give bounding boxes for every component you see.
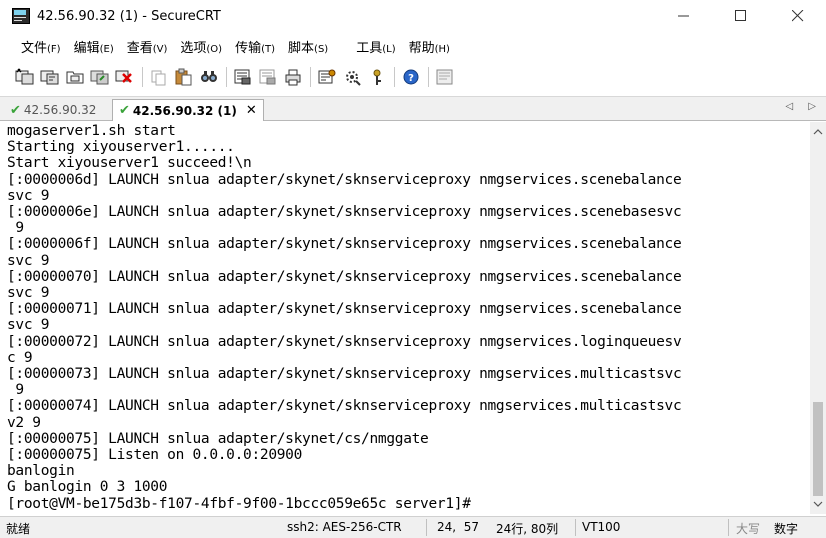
status-caps-lock: 大写	[736, 522, 761, 536]
scroll-up-icon[interactable]	[810, 124, 826, 140]
svg-text:?: ?	[408, 73, 414, 84]
terminal-line: v2 9	[7, 414, 41, 431]
global-options-icon[interactable]	[341, 66, 363, 88]
terminal-line: banlogin	[7, 463, 75, 480]
menu-file[interactable]: 文件(F)	[21, 37, 61, 56]
status-num-lock: 数字	[774, 522, 799, 536]
terminal-output[interactable]: mogaserver1.sh start Starting xiyouserver…	[0, 122, 810, 514]
menu-view[interactable]: 查看(V)	[127, 37, 168, 56]
terminal-line: c 9	[7, 349, 33, 366]
window-title: 42.56.90.32 (1) - SecureCRT	[37, 8, 221, 24]
terminal-line: Start xiyouserver1 succeed!\n	[7, 155, 252, 172]
terminal-line: [:00000075] Listen on 0.0.0.0:20900	[7, 447, 303, 464]
connected-check-icon: ✔	[10, 102, 21, 118]
printer-icon[interactable]	[282, 66, 304, 88]
terminal-scrollbar[interactable]	[810, 122, 826, 514]
terminal-line: [:00000072] LAUNCH snlua adapter/skynet/…	[7, 333, 682, 350]
menu-script[interactable]: 脚本(S)	[288, 37, 328, 56]
scroll-down-icon[interactable]	[810, 496, 826, 512]
terminal-line: G banlogin 0 3 1000	[7, 479, 168, 496]
toolbar: ?	[0, 60, 826, 94]
terminal-line: Starting xiyouserver1......	[7, 139, 235, 156]
terminal-line: [:0000006d] LAUNCH snlua adapter/skynet/…	[7, 171, 682, 188]
toolbar-separator	[394, 67, 395, 87]
session-options-icon[interactable]	[316, 66, 338, 88]
status-divider	[575, 519, 576, 536]
status-cursor-position: 24, 57	[437, 520, 479, 534]
disconnect-icon[interactable]	[114, 66, 136, 88]
menu-tools[interactable]: 工具(L)	[356, 37, 395, 56]
connect-in-tab-icon[interactable]	[64, 66, 86, 88]
print-icon[interactable]	[232, 66, 254, 88]
toolbar-separator	[428, 67, 429, 87]
screenshot-icon[interactable]	[434, 66, 456, 88]
status-divider	[426, 519, 427, 536]
toolbar-separator	[142, 67, 143, 87]
paste-icon[interactable]	[173, 66, 195, 88]
terminal-line: [:00000075] LAUNCH snlua adapter/skynet/…	[7, 430, 429, 447]
terminal-line: mogaserver1.sh start	[7, 123, 176, 139]
title-bar: 42.56.90.32 (1) - SecureCRT	[0, 0, 826, 32]
menu-edit[interactable]: 编辑(E)	[74, 37, 114, 56]
status-bar: 就绪 ssh2: AES-256-CTR 24, 57 24行, 80列 VT1…	[0, 516, 826, 538]
print-selection-icon[interactable]	[257, 66, 279, 88]
terminal-line: [root@VM-be175d3b-f107-4fbf-9f00-1bccc05…	[7, 495, 471, 512]
toolbar-separator	[310, 67, 311, 87]
status-divider	[728, 519, 729, 536]
find-icon[interactable]	[198, 66, 220, 88]
tab-scroll-arrows[interactable]: ◁ ▷	[785, 101, 822, 112]
connect-icon[interactable]	[14, 66, 36, 88]
maximize-icon[interactable]	[712, 0, 769, 32]
status-emulation: VT100	[582, 520, 621, 534]
terminal-line: 9	[7, 220, 24, 237]
keymap-icon[interactable]	[366, 66, 388, 88]
tab-close-icon[interactable]: ✕	[246, 103, 257, 118]
terminal-line: svc 9	[7, 317, 50, 334]
terminal-line: [:00000071] LAUNCH snlua adapter/skynet/…	[7, 301, 682, 318]
status-terminal-size: 24行, 80列	[496, 522, 559, 536]
menu-options[interactable]: 选项(O)	[180, 37, 222, 56]
help-icon[interactable]: ?	[400, 66, 422, 88]
quick-connect-icon[interactable]	[39, 66, 61, 88]
terminal-line: [:00000074] LAUNCH snlua adapter/skynet/…	[7, 398, 682, 415]
terminal-line: svc 9	[7, 187, 50, 204]
securecrt-app-icon[interactable]	[12, 8, 30, 24]
terminal-line: svc 9	[7, 252, 50, 269]
menu-bar: 文件(F) 编辑(E) 查看(V) 选项(O) 传输(T) 脚本(S) 工具(L…	[0, 33, 826, 59]
terminal-line: svc 9	[7, 285, 50, 302]
terminal-line: [:0000006e] LAUNCH snlua adapter/skynet/…	[7, 204, 682, 221]
reconnect-icon[interactable]	[89, 66, 111, 88]
connected-check-icon: ✔	[119, 103, 130, 118]
terminal-line: [:00000070] LAUNCH snlua adapter/skynet/…	[7, 268, 682, 285]
status-encryption: ssh2: AES-256-CTR	[287, 520, 402, 534]
tab-session-1[interactable]: ✔ 42.56.90.32	[4, 99, 102, 121]
minimize-icon[interactable]	[655, 0, 712, 32]
scrollbar-thumb[interactable]	[813, 402, 823, 496]
menu-transfer[interactable]: 传输(T)	[235, 37, 275, 56]
terminal-line: 9	[7, 382, 24, 399]
status-ready: 就绪	[6, 522, 31, 536]
close-icon[interactable]	[769, 0, 826, 32]
terminal-line: [:00000073] LAUNCH snlua adapter/skynet/…	[7, 366, 682, 383]
tab-session-2[interactable]: ✔ 42.56.90.32 (1) ✕	[112, 99, 264, 121]
terminal-line: [:0000006f] LAUNCH snlua adapter/skynet/…	[7, 236, 682, 253]
menu-help[interactable]: 帮助(H)	[409, 37, 450, 56]
copy-icon[interactable]	[148, 66, 170, 88]
session-tab-bar: ✔ 42.56.90.32 ✔ 42.56.90.32 (1) ✕ ◁ ▷	[0, 96, 826, 121]
toolbar-separator	[226, 67, 227, 87]
